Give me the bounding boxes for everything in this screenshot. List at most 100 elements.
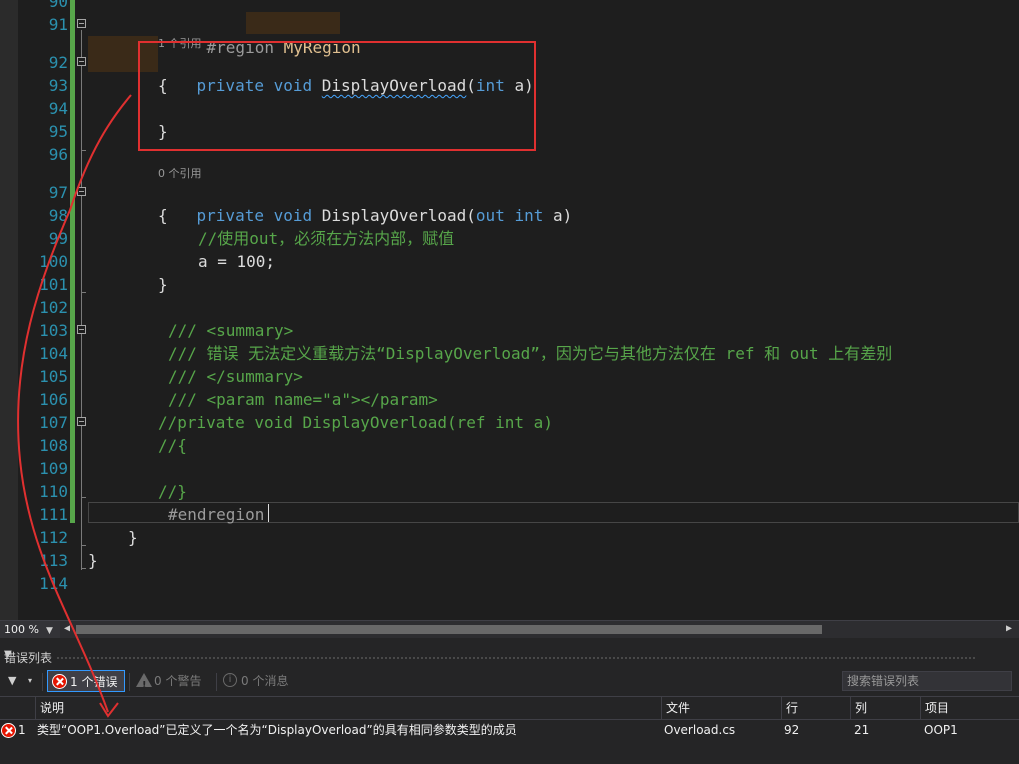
code-line-106: /// <param name="a"></param> (168, 390, 438, 409)
code-line-98: { (158, 206, 168, 225)
warning-icon (136, 673, 152, 697)
keyword-void: void (273, 206, 313, 225)
column-header-project[interactable]: 项目 (920, 697, 1019, 719)
code-line-110: //} (158, 482, 187, 501)
filter-icon[interactable]: ▼ (8, 674, 16, 687)
column-header-description[interactable]: 说明 (35, 697, 661, 719)
editor-status-bar: 100 % ▼ ◀ ▶ (0, 620, 1019, 639)
outline-tick (81, 545, 86, 546)
scroll-right-icon[interactable]: ▶ (1006, 623, 1012, 634)
line-number: 111 (39, 505, 68, 524)
horizontal-scrollbar-thumb[interactable] (76, 625, 822, 634)
outline-line (81, 30, 82, 570)
code-line-104: /// 错误 无法定义重载方法“DisplayOverload”，因为它与其他方… (168, 344, 893, 363)
keyword-private: private (196, 206, 264, 225)
collapse-comment-icon[interactable] (77, 325, 86, 334)
annotation-highlight-box (138, 41, 536, 151)
grip-dots[interactable] (56, 656, 976, 661)
error-list-header: 说明 文件 行 列 项目 (0, 696, 1019, 720)
row-file: Overload.cs (664, 723, 736, 737)
line-number: 113 (39, 551, 68, 570)
messages-count-label: 0 个消息 (241, 674, 289, 688)
code-line-97: private void DisplayOverload(out int a) (158, 181, 573, 225)
row-project: OOP1 (924, 723, 958, 737)
line-number: 107 (39, 413, 68, 432)
scroll-left-icon[interactable]: ◀ (64, 623, 70, 634)
panel-title-bar: 错误列表 ▼ ᚡ (0, 646, 1019, 666)
toolbar-separator (129, 673, 130, 691)
text-cursor (268, 504, 269, 522)
collapse-region-icon[interactable] (77, 19, 86, 28)
zoom-level: 100 % (4, 623, 39, 636)
line-number: 92 (48, 53, 68, 72)
zoom-level-dropdown[interactable]: 100 % ▼ (0, 621, 60, 638)
line-number: 103 (39, 321, 68, 340)
code-line-101: } (158, 275, 168, 294)
line-number: 96 (48, 145, 68, 164)
line-number: 106 (39, 390, 68, 409)
code-line-113: } (88, 551, 98, 570)
code-line-111: #endregion (168, 505, 265, 524)
code-line-107: //private void DisplayOverload(ref int a… (158, 413, 553, 432)
outline-tick (81, 150, 86, 151)
param: a) (553, 206, 573, 225)
line-number: 105 (39, 367, 68, 386)
row-line: 92 (784, 723, 800, 737)
row-index: 1 (18, 723, 26, 737)
open-paren: ( (466, 206, 476, 225)
line-number: 90 (48, 0, 68, 11)
column-header-column[interactable]: 列 (850, 697, 920, 719)
line-number: 94 (48, 99, 68, 118)
line-number: 114 (39, 574, 68, 593)
collapse-method-icon[interactable] (77, 57, 86, 66)
editor-margin (0, 0, 18, 620)
line-number: 109 (39, 459, 68, 478)
change-indicator-bar (70, 0, 75, 523)
line-number: 97 (48, 183, 68, 202)
warnings-filter-button[interactable]: 0 个警告 (132, 670, 212, 697)
code-editor[interactable]: 90 91 92 93 94 95 96 97 98 99 100 101 10… (0, 0, 1019, 620)
error-icon (52, 674, 67, 689)
outline-tick (81, 292, 86, 293)
line-number: 95 (48, 122, 68, 141)
warnings-count-label: 0 个警告 (154, 674, 202, 688)
errors-count-label: 1 个错误 (70, 675, 118, 689)
line-number: 93 (48, 76, 68, 95)
collapse-method-icon[interactable] (77, 187, 86, 196)
method-name: DisplayOverload (321, 206, 467, 225)
code-line-105: /// </summary> (168, 367, 303, 386)
line-number: 112 (39, 528, 68, 547)
line-number: 99 (48, 229, 68, 248)
info-icon: i (223, 673, 237, 687)
column-header-file[interactable]: 文件 (661, 697, 781, 719)
table-row[interactable]: 1 类型“OOP1.Overload”已定义了一个名为“DisplayOverl… (0, 719, 1019, 741)
line-number: 98 (48, 206, 68, 225)
row-column: 21 (854, 723, 870, 737)
collapse-comment-icon[interactable] (77, 417, 86, 426)
error-list-panel: 错误列表 ▼ ᚡ ▼ ▾ 1 个错误 0 个警告 i 0 个消息 搜索错误列表 … (0, 638, 1019, 764)
column-header-line[interactable]: 行 (781, 697, 850, 719)
chevron-down-icon[interactable]: ▾ (28, 676, 32, 685)
toolbar-separator (216, 673, 217, 691)
code-line-112: } (128, 528, 138, 547)
line-number: 101 (39, 275, 68, 294)
code-line-99: //使用out，必须在方法内部，赋值 (198, 229, 455, 248)
line-number: 110 (39, 482, 68, 501)
code-line-91: #region MyRegion (168, 13, 361, 57)
line-number: 91 (48, 15, 68, 34)
code-line-108: //{ (158, 436, 187, 455)
reference-count[interactable]: 0 个引用 (158, 165, 202, 181)
search-placeholder: 搜索错误列表 (847, 674, 920, 688)
pin-icon[interactable]: ᚡ (4, 649, 11, 663)
line-number: 100 (39, 252, 68, 271)
errors-filter-button[interactable]: 1 个错误 (47, 670, 125, 692)
messages-filter-button[interactable]: i 0 个消息 (219, 670, 299, 692)
outline-tick (81, 497, 86, 498)
search-error-list-input[interactable]: 搜索错误列表 (842, 671, 1012, 691)
code-line-103: /// <summary> (168, 321, 294, 340)
outline-tick (81, 568, 86, 569)
line-number: 108 (39, 436, 68, 455)
line-number: 102 (39, 298, 68, 317)
code-line-100: a = 100; (198, 252, 276, 271)
keyword-int: int (514, 206, 544, 225)
